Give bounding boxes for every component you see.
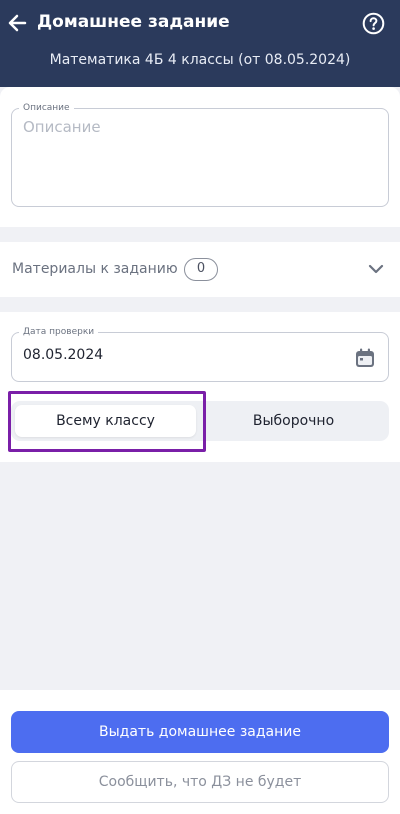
check-date-field[interactable]: Дата проверки 08.05.2024 — [11, 326, 389, 382]
help-button[interactable] — [362, 12, 385, 35]
assign-selective-option[interactable]: Выборочно — [202, 405, 385, 437]
calendar-icon — [356, 348, 374, 367]
check-date-value: 08.05.2024 — [23, 347, 104, 363]
description-placeholder: Описание — [23, 118, 101, 136]
materials-label: Материалы к заданию — [12, 261, 178, 277]
chevron-down-icon — [368, 264, 384, 274]
calendar-button[interactable] — [354, 347, 376, 369]
question-circle-icon — [362, 12, 385, 35]
no-homework-button[interactable]: Сообщить, что ДЗ не будет — [11, 761, 389, 803]
materials-section[interactable]: Материалы к заданию 0 — [0, 242, 400, 297]
check-date-legend: Дата проверки — [19, 326, 99, 338]
assign-all-class-option[interactable]: Всему классу — [15, 405, 196, 437]
materials-expand-button[interactable] — [366, 259, 386, 279]
description-field[interactable]: Описание Описание — [11, 102, 389, 207]
back-button[interactable] — [6, 11, 28, 35]
assign-homework-button[interactable]: Выдать домашнее задание — [11, 711, 389, 753]
page-title: Домашнее задание — [37, 12, 230, 32]
assign-mode-toggle: Всему классу Выборочно — [11, 401, 389, 441]
materials-count-badge: 0 — [184, 258, 218, 281]
description-legend: Описание — [19, 102, 74, 114]
arrow-left-icon — [8, 14, 27, 32]
app-header: Домашнее задание Математика 4Б 4 классы … — [0, 0, 400, 87]
check-date-card: Дата проверки 08.05.2024 Всему классу Вы… — [0, 312, 400, 462]
description-card: Описание Описание — [0, 87, 400, 227]
lesson-subtitle: Математика 4Б 4 классы (от 08.05.2024) — [49, 52, 351, 68]
footer-actions: Выдать домашнее задание Сообщить, что ДЗ… — [0, 690, 400, 814]
